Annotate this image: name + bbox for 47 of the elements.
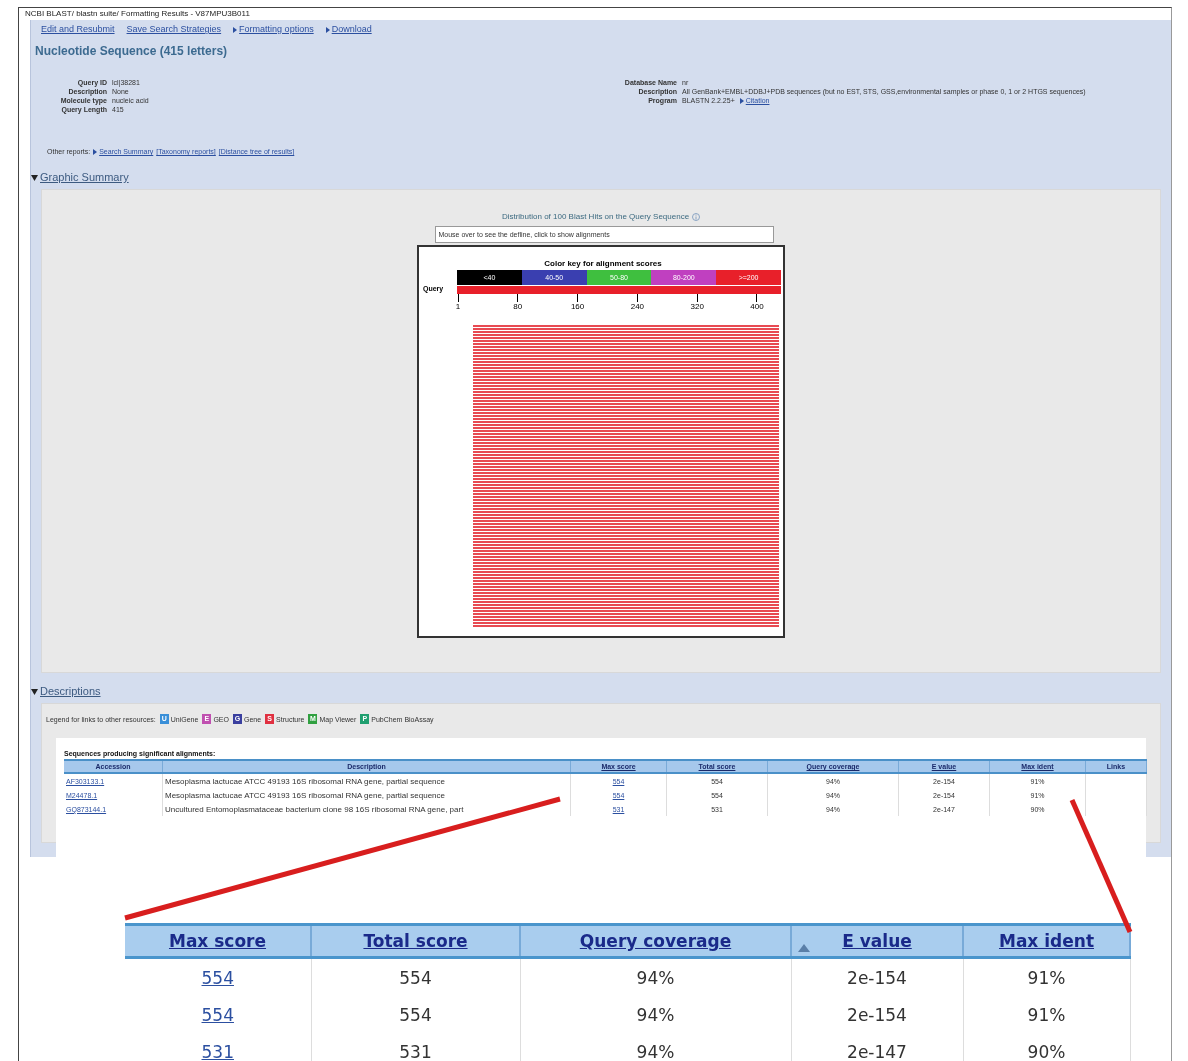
table-cell: 90%	[963, 1033, 1130, 1061]
table-cell: 554	[311, 996, 520, 1033]
page-heading: Nucleotide Sequence (415 letters)	[35, 44, 229, 60]
caret-icon	[31, 687, 38, 695]
hit-bars-drawing[interactable]	[473, 325, 779, 628]
axis-tick-label: 400	[750, 302, 764, 312]
toolbar-link[interactable]: Formatting options	[233, 24, 314, 34]
caret-icon	[31, 173, 38, 181]
axis-tick-label: 1	[455, 302, 461, 312]
table-cell: 2e-154	[791, 957, 963, 996]
axis-tick-label: 320	[690, 302, 704, 312]
axis-tick-label: 240	[630, 302, 645, 312]
table-cell: 91%	[963, 996, 1130, 1033]
arrow-icon	[739, 98, 744, 105]
column-header[interactable]: Max ident	[963, 924, 1130, 958]
color-key-title: Color key for alignment scores	[544, 259, 662, 269]
column-header[interactable]: E value	[791, 924, 963, 958]
arrow-icon	[233, 26, 238, 33]
sort-icon	[798, 944, 810, 952]
column-header[interactable]: Max score	[125, 924, 311, 958]
table-cell: 94%	[520, 996, 791, 1033]
table-cell: 531	[311, 1033, 520, 1061]
window-title: NCBI BLAST/ blastn suite/ Formatting Results - V87MPU3B011	[24, 8, 251, 20]
arrow-icon	[325, 26, 330, 33]
table-cell: Uncultured Entomoplasmataceae bacterium clone 98 16S ribosomal RNA gene, part	[162, 802, 571, 817]
chart-caption: Distribution of 100 Blast Hits on the Query Sequence	[501, 212, 690, 222]
section-toggle[interactable]: Descriptions	[31, 683, 139, 700]
column-header[interactable]: Total score	[311, 924, 520, 958]
score-link[interactable]: 554	[125, 996, 311, 1033]
toolbar-link[interactable]: Save Search Strategies	[126, 24, 222, 34]
table-cell: 94%	[520, 1033, 791, 1061]
axis-tick-label: 80	[513, 302, 523, 312]
axis-tick-label: 160	[570, 302, 585, 312]
table-cell: 554	[311, 957, 520, 996]
score-link[interactable]: 554	[125, 957, 311, 996]
score-link[interactable]: 531	[125, 1033, 311, 1061]
table-cell: Mesoplasma lactucae ATCC 49193 16S ribosomal RNA gene, partial sequence	[162, 788, 571, 803]
toolbar-link[interactable]: Edit and Resubmit	[41, 24, 115, 34]
table-cell: Mesoplasma lactucae ATCC 49193 16S ribosomal RNA gene, partial sequence	[162, 773, 571, 789]
toolbar-link[interactable]: Download	[325, 24, 372, 34]
arrow-icon	[93, 149, 98, 156]
section-toggle[interactable]: Graphic Summary	[31, 169, 139, 186]
table-cell: 91%	[963, 957, 1130, 996]
table-cell: 94%	[520, 957, 791, 996]
column-header[interactable]: Query coverage	[520, 924, 791, 958]
table-cell: 2e-154	[791, 996, 963, 1033]
table-cell: 2e-147	[791, 1033, 963, 1061]
